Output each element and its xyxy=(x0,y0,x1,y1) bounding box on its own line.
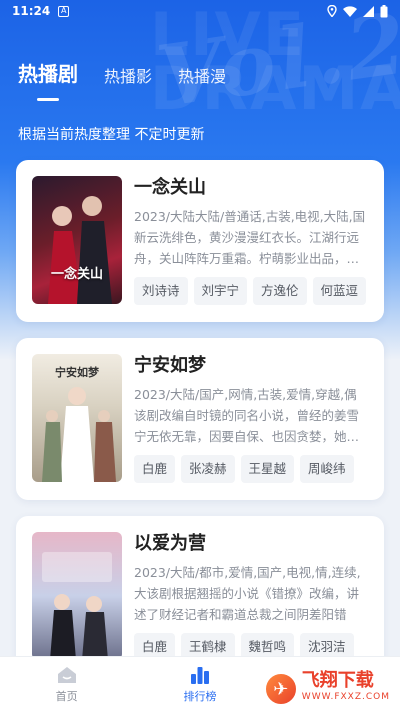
notification-app-icon: A xyxy=(58,5,70,17)
drama-description: 2023/大陆大陆/普通话,古装,电视,大陆,国新云洗绯色，黄沙漫漫红衣长。江湖… xyxy=(134,209,366,266)
nav-home[interactable]: 首页 xyxy=(0,657,133,712)
watermark-sub-text: WWW.FXXZ.COM xyxy=(301,692,390,702)
actor-tag[interactable]: 刘诗诗 xyxy=(134,277,188,305)
poster-title-text: 宁安如梦 xyxy=(55,366,99,379)
poster-figures xyxy=(42,552,112,660)
drama-info: 以爱为营 2023/大陆/都市,爱情,国产,电视,情,连续,大该剧根据翘摇的小说… xyxy=(134,532,368,662)
location-icon xyxy=(327,5,337,17)
drama-poster xyxy=(32,532,122,660)
drama-title: 一念关山 xyxy=(134,177,206,198)
drama-card[interactable]: 宁安如梦 宁安如梦 2023/大陆/国产,网情,古装,爱情,穿越,偶该剧改编自时… xyxy=(16,338,384,500)
drama-poster: 一念关山 xyxy=(32,176,122,304)
nav-ranking[interactable]: 排行榜 xyxy=(133,657,266,712)
drama-description: 2023/大陆/都市,爱情,国产,电视,情,连续,大该剧根据翘摇的小说《错撩》改… xyxy=(134,565,361,622)
actor-list: 白鹿 张凌赫 王星越 周峻纬 xyxy=(134,455,368,483)
tab-movie[interactable]: 热播影 xyxy=(104,63,152,87)
wifi-icon xyxy=(343,5,357,17)
drama-poster: 宁安如梦 xyxy=(32,354,122,482)
poster-figures xyxy=(48,196,112,304)
actor-tag[interactable]: 何蓝逗 xyxy=(312,277,367,305)
nav-home-label: 首页 xyxy=(55,690,78,703)
tab-drama[interactable]: 热播剧 xyxy=(18,58,78,87)
list-subtitle: 根据当前热度整理 不定时更新 xyxy=(18,127,205,143)
drama-description: 2023/大陆/国产,网情,古装,爱情,穿越,偶该剧改编自时镜的同名小说，曾经的… xyxy=(134,387,360,444)
actor-list: 刘诗诗 刘宇宁 方逸伦 何蓝逗 xyxy=(134,277,368,305)
tab-anime[interactable]: 热播漫 xyxy=(178,63,226,87)
home-icon xyxy=(57,667,76,683)
status-icons xyxy=(327,4,388,18)
poster-title-text: 一念关山 xyxy=(50,267,103,282)
actor-tag[interactable]: 白鹿 xyxy=(134,455,176,483)
site-watermark-logo: ✈ 飞翔下载 WWW.FXXZ.COM xyxy=(263,670,390,706)
drama-card[interactable]: 以爱为营 2023/大陆/都市,爱情,国产,电视,情,连续,大该剧根据翘摇的小说… xyxy=(16,516,384,678)
watermark-bird-icon: ✈ xyxy=(263,672,298,706)
category-tabs: 热播剧 热播影 热播漫 xyxy=(18,58,226,87)
drama-title: 宁安如梦 xyxy=(134,355,206,376)
actor-tag[interactable]: 张凌赫 xyxy=(181,455,235,483)
nav-ranking-label: 排行榜 xyxy=(183,690,217,703)
drama-info: 宁安如梦 2023/大陆/国产,网情,古装,爱情,穿越,偶该剧改编自时镜的同名小… xyxy=(134,354,368,484)
status-time: 11:24 xyxy=(12,4,51,18)
status-bar: 11:24 A xyxy=(0,0,400,22)
actor-tag[interactable]: 周峻纬 xyxy=(300,455,354,483)
drama-title: 以爱为营 xyxy=(134,533,206,554)
signal-icon xyxy=(363,5,374,17)
drama-info: 一念关山 2023/大陆大陆/普通话,古装,电视,大陆,国新云洗绯色，黄沙漫漫红… xyxy=(134,176,368,306)
drama-card[interactable]: 一念关山 一念关山 2023/大陆大陆/普通话,古装,电视,大陆,国新云洗绯色，… xyxy=(16,160,384,322)
actor-tag[interactable]: 刘宇宁 xyxy=(193,277,248,305)
actor-tag[interactable]: 王星越 xyxy=(240,455,295,483)
actor-tag[interactable]: 方逸伦 xyxy=(253,277,307,305)
ranking-icon xyxy=(190,667,209,684)
battery-icon xyxy=(380,4,388,17)
watermark-main-text: 飞翔下载 xyxy=(301,670,374,691)
